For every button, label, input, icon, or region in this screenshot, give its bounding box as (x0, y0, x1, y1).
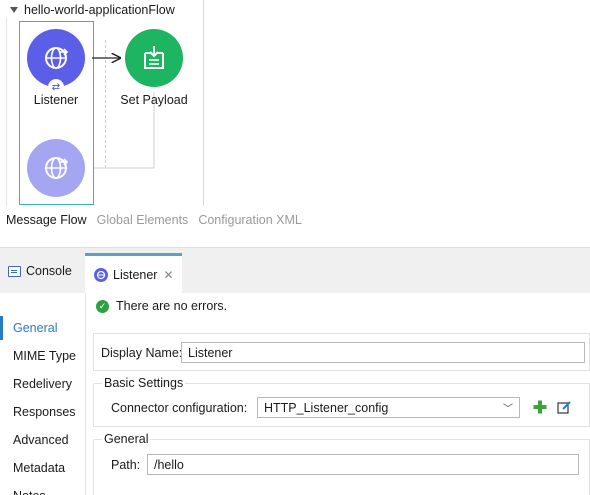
globe-arrow-icon (45, 47, 69, 69)
path-label: Path: (111, 458, 141, 472)
basic-settings-group: Basic Settings Connector configuration: … (93, 376, 590, 427)
check-circle-icon: ✓ (96, 299, 109, 313)
tab-listener[interactable]: Listener ✕ (85, 253, 182, 294)
display-name-group: Display Name: Listener (93, 333, 590, 371)
sidebar-item-advanced[interactable]: Advanced (0, 428, 86, 452)
sidebar-item-general[interactable]: General (0, 316, 86, 340)
listener-node-label: Listener (33, 93, 79, 107)
flow-left-border (6, 18, 7, 206)
sidebar-item-notes[interactable]: Notes (0, 484, 86, 495)
basic-settings-title: Basic Settings (102, 376, 186, 390)
tab-listener-label: Listener (113, 268, 158, 282)
status-text: There are no errors. (116, 299, 228, 313)
connector-config-select[interactable]: HTTP_Listener_config ﹀ (257, 397, 520, 418)
set-payload-node-label: Set Payload (120, 93, 188, 107)
globe-arrow-icon (45, 157, 69, 179)
flow-header[interactable]: hello-world-applicationFlow (10, 2, 175, 18)
response-node[interactable] (27, 139, 85, 197)
console-icon (8, 265, 21, 277)
connector-config-label: Connector configuration: (111, 401, 248, 415)
properties-panel: General MIME Type Redelivery Responses A… (0, 293, 590, 495)
edit-config-button[interactable] (556, 399, 572, 415)
status-message: ✓ There are no errors. (96, 299, 227, 313)
sidebar-item-mime-type[interactable]: MIME Type (0, 344, 86, 368)
listener-tab-icon (94, 268, 108, 282)
display-name-input[interactable]: Listener (181, 342, 585, 363)
flow-right-border (203, 0, 204, 206)
editor-tabs: Message Flow Global Elements Configurati… (6, 213, 302, 227)
display-name-label: Display Name: (101, 346, 183, 360)
tab-global-elements[interactable]: Global Elements (97, 213, 189, 227)
sidebar-item-metadata[interactable]: Metadata (0, 456, 86, 480)
connector-config-value: HTTP_Listener_config (264, 400, 389, 415)
tab-console[interactable]: Console (8, 248, 72, 294)
tab-message-flow[interactable]: Message Flow (6, 213, 87, 227)
general-settings-group: General Path: /hello (93, 432, 590, 495)
tab-configuration-xml[interactable]: Configuration XML (198, 213, 302, 227)
panel-tab-bar: Console Listener ✕ (0, 247, 590, 294)
payload-icon (144, 46, 164, 69)
general-settings-title: General (102, 432, 151, 446)
edit-icon (557, 401, 571, 414)
path-input[interactable]: /hello (147, 454, 579, 475)
collapse-triangle-icon[interactable] (10, 7, 18, 13)
plus-icon (533, 400, 547, 414)
chevron-down-icon: ﹀ (503, 404, 513, 415)
add-config-button[interactable] (532, 399, 548, 415)
tab-console-label: Console (26, 264, 72, 278)
set-payload-node[interactable] (125, 29, 183, 87)
flow-canvas: hello-world-applicationFlow ⇄ Listener S… (0, 0, 590, 238)
flow-title: hello-world-applicationFlow (24, 3, 175, 17)
sidebar-item-redelivery[interactable]: Redelivery (0, 372, 86, 396)
source-divider (105, 40, 106, 168)
close-icon[interactable]: ✕ (163, 268, 173, 282)
properties-sidebar: General MIME Type Redelivery Responses A… (0, 293, 86, 495)
sidebar-item-responses[interactable]: Responses (0, 400, 86, 424)
